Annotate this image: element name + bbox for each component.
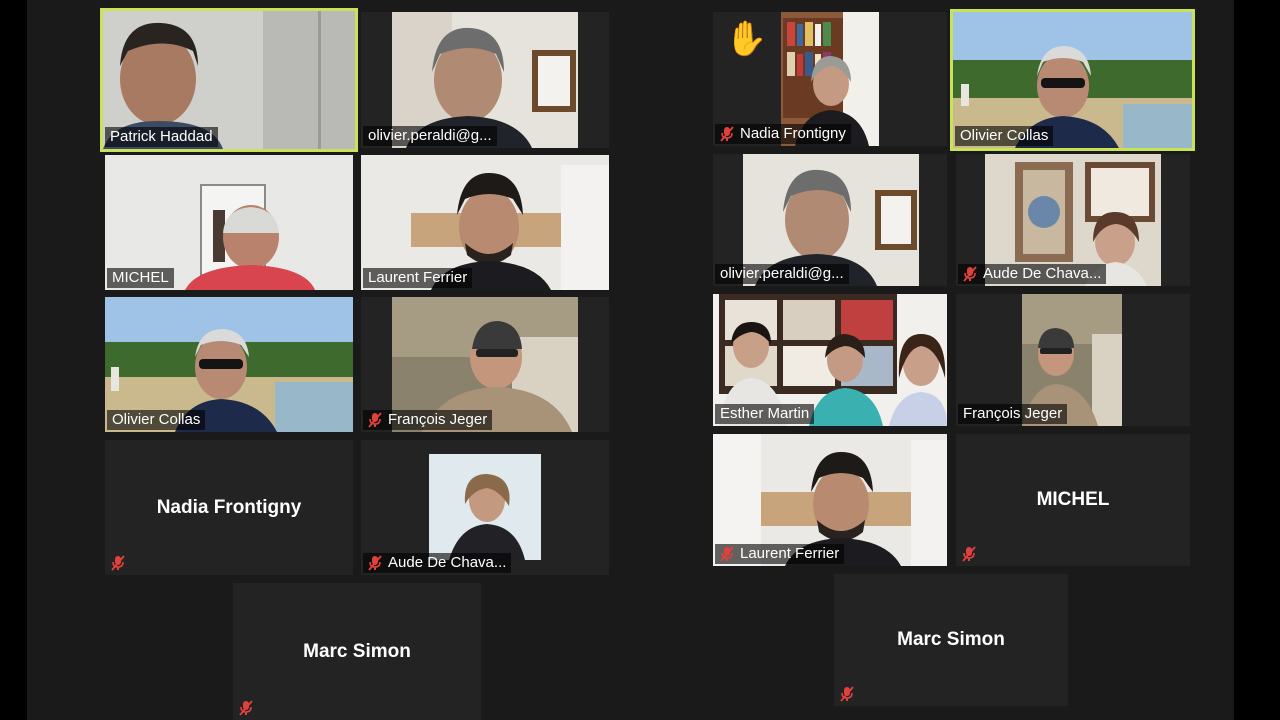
- participant-name-label: olivier.peraldi@g...: [363, 126, 497, 146]
- participant-name-label: Olivier Collas: [107, 410, 206, 430]
- participant-name-label: Laurent Ferrier: [715, 544, 845, 564]
- participant-tile-nadia-frontigny[interactable]: Nadia Frontigny: [105, 440, 353, 575]
- participant-tile-michel[interactable]: MICHEL: [105, 155, 353, 290]
- participant-name: François Jeger: [963, 405, 1063, 422]
- participant-name-label: François Jeger: [363, 410, 493, 430]
- participant-name-label: MICHEL: [107, 268, 174, 288]
- participant-name: Nadia Frontigny: [740, 125, 846, 142]
- participant-name: Olivier Collas: [112, 411, 201, 428]
- participant-name: Aude De Chava...: [983, 265, 1102, 282]
- participant-tile-aude-right[interactable]: Aude De Chava...: [956, 154, 1190, 286]
- participant-name: Esther Martin: [720, 405, 810, 422]
- participant-name-label: Nadia Frontigny: [715, 124, 851, 144]
- microphone-muted-icon: [111, 555, 125, 571]
- participant-name-label: Patrick Haddad: [105, 127, 218, 147]
- participant-tile-francois-jeger[interactable]: François Jeger: [361, 297, 609, 432]
- participant-name: Marc Simon: [303, 640, 411, 662]
- participant-name-label: François Jeger: [958, 404, 1068, 424]
- participant-tile-olivier-peraldi-right[interactable]: olivier.peraldi@g...: [713, 154, 947, 286]
- participant-name-label: Olivier Collas: [955, 126, 1054, 146]
- microphone-muted-icon: [368, 412, 382, 428]
- microphone-muted-icon: [239, 700, 253, 716]
- participant-name: Laurent Ferrier: [368, 269, 468, 286]
- participant-video: [429, 454, 541, 560]
- participant-tile-patrick-haddad[interactable]: Patrick Haddad: [100, 8, 358, 152]
- participant-name: MICHEL: [112, 269, 169, 286]
- participant-tile-francois-jeger-right[interactable]: François Jeger: [956, 294, 1190, 426]
- raised-hand-icon: ✋: [725, 20, 768, 58]
- video-gallery: Patrick Haddad olivier.peraldi@g... MICH…: [27, 0, 1234, 720]
- participant-name: Patrick Haddad: [110, 128, 213, 145]
- participant-name-label: Aude De Chava...: [958, 264, 1107, 284]
- participant-tile-laurent-ferrier[interactable]: Laurent Ferrier: [361, 155, 609, 290]
- participant-name-label: Esther Martin: [715, 404, 815, 424]
- participant-tile-aude[interactable]: Aude De Chava...: [361, 440, 609, 575]
- microphone-muted-icon: [962, 546, 976, 562]
- participant-name: François Jeger: [388, 411, 488, 428]
- participant-tile-esther-martin[interactable]: Esther Martin: [713, 294, 947, 426]
- participant-name: MICHEL: [1036, 489, 1110, 510]
- participant-tile-michel-right[interactable]: MICHEL: [956, 434, 1190, 566]
- participant-name: Aude De Chava...: [388, 554, 507, 571]
- participant-tile-olivier-collas[interactable]: Olivier Collas: [105, 297, 353, 432]
- participant-tile-olivier-peraldi[interactable]: olivier.peraldi@g...: [361, 12, 609, 148]
- participant-name: Laurent Ferrier: [740, 545, 840, 562]
- participant-tile-olivier-collas-right[interactable]: Olivier Collas: [950, 9, 1195, 151]
- participant-name: Olivier Collas: [960, 127, 1049, 144]
- microphone-muted-icon: [720, 126, 734, 142]
- participant-tile-marc-simon[interactable]: Marc Simon: [233, 583, 481, 720]
- microphone-muted-icon: [368, 555, 382, 571]
- participant-name: olivier.peraldi@g...: [368, 127, 492, 144]
- participant-name-label: Aude De Chava...: [363, 553, 512, 573]
- microphone-muted-icon: [840, 686, 854, 702]
- participant-tile-laurent-ferrier-right[interactable]: Laurent Ferrier: [713, 434, 947, 566]
- participant-name: olivier.peraldi@g...: [720, 265, 844, 282]
- participant-tile-marc-simon-right[interactable]: Marc Simon: [834, 574, 1068, 706]
- microphone-muted-icon: [963, 266, 977, 282]
- participant-name: Marc Simon: [897, 629, 1005, 650]
- participant-tile-nadia-frontigny-right[interactable]: ✋ Nadia Frontigny: [713, 12, 947, 146]
- participant-name-label: Laurent Ferrier: [363, 268, 473, 288]
- microphone-muted-icon: [720, 546, 734, 562]
- participant-name: Nadia Frontigny: [156, 496, 302, 518]
- participant-name-label: olivier.peraldi@g...: [715, 264, 849, 284]
